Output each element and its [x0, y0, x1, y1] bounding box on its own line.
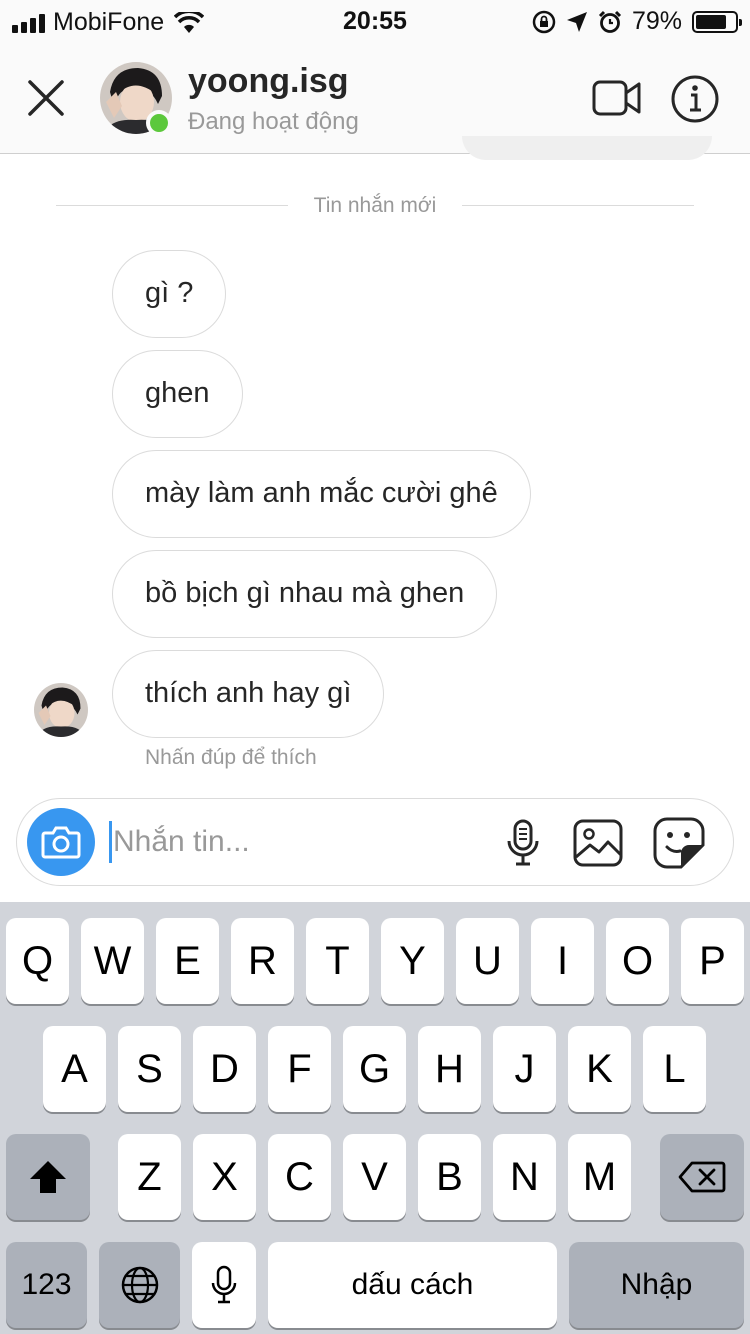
dictation-icon [211, 1265, 237, 1304]
message-bubble[interactable]: bồ bịch gì nhau mà ghen [112, 550, 498, 638]
double-tap-hint: Nhấn đúp để thích [145, 746, 317, 769]
avatar-image [34, 683, 88, 737]
gallery-icon[interactable] [573, 819, 623, 867]
key[interactable]: X [193, 1134, 256, 1220]
key[interactable]: K [568, 1026, 631, 1112]
space-key[interactable]: dấu cách [268, 1242, 557, 1328]
battery-icon [692, 10, 742, 33]
camera-icon [41, 826, 81, 859]
numbers-key[interactable]: 123 [6, 1242, 87, 1328]
sender-avatar[interactable] [34, 683, 88, 737]
key[interactable]: J [493, 1026, 556, 1112]
keyboard: Q W E R T Y U I O P A S D F G H J K L Z … [0, 902, 750, 1334]
shift-icon [30, 1161, 66, 1193]
orientation-lock-icon [532, 10, 556, 33]
key[interactable]: M [568, 1134, 631, 1220]
info-icon[interactable] [670, 74, 720, 124]
shift-key[interactable] [6, 1134, 90, 1220]
close-icon[interactable] [24, 76, 68, 120]
message-bubble[interactable]: ghen [112, 350, 243, 438]
key[interactable]: W [81, 918, 144, 1004]
globe-icon [121, 1266, 158, 1304]
text-caret [109, 821, 112, 863]
key[interactable]: T [306, 918, 369, 1004]
key[interactable]: U [456, 918, 519, 1004]
chat-username[interactable]: yoong.isg [188, 62, 349, 101]
message-bubble[interactable]: mày làm anh mắc cười ghê [112, 450, 531, 538]
key[interactable]: Z [118, 1134, 181, 1220]
key[interactable]: Y [381, 918, 444, 1004]
key[interactable]: B [418, 1134, 481, 1220]
dictation-key[interactable] [192, 1242, 256, 1328]
online-indicator [146, 110, 172, 136]
new-messages-divider: Tin nhắn mới [56, 194, 694, 218]
key[interactable]: L [643, 1026, 706, 1112]
message-bubble[interactable]: gì ? [112, 250, 227, 338]
globe-key[interactable] [99, 1242, 180, 1328]
key[interactable]: N [493, 1134, 556, 1220]
microphone-icon[interactable] [505, 819, 541, 867]
message-bubble[interactable]: thích anh hay gì [112, 650, 385, 738]
message-input[interactable] [113, 819, 493, 865]
key[interactable]: D [193, 1026, 256, 1112]
previous-message-bubble [462, 136, 712, 160]
key[interactable]: F [268, 1026, 331, 1112]
key[interactable]: S [118, 1026, 181, 1112]
battery-fill [696, 14, 727, 29]
active-status: Đang hoạt động [188, 108, 359, 135]
key[interactable]: O [606, 918, 669, 1004]
divider-line-right [462, 205, 694, 206]
key[interactable]: C [268, 1134, 331, 1220]
key[interactable]: H [418, 1026, 481, 1112]
key[interactable]: V [343, 1134, 406, 1220]
divider-label: Tin nhắn mới [313, 194, 437, 217]
camera-button[interactable] [27, 808, 95, 876]
return-key[interactable]: Nhập [569, 1242, 744, 1328]
key[interactable]: I [531, 918, 594, 1004]
alarm-icon [598, 10, 622, 33]
battery-percent: 79% [631, 7, 682, 35]
sticker-icon[interactable] [653, 817, 705, 869]
backspace-key[interactable] [660, 1134, 744, 1220]
key[interactable]: G [343, 1026, 406, 1112]
backspace-icon [678, 1161, 726, 1193]
location-icon [566, 11, 587, 32]
message-composer [16, 798, 734, 886]
status-right: 79% [532, 7, 742, 36]
video-call-icon[interactable] [592, 78, 642, 118]
key[interactable]: E [156, 918, 219, 1004]
key[interactable]: A [43, 1026, 106, 1112]
key[interactable]: Q [6, 918, 69, 1004]
key[interactable]: R [231, 918, 294, 1004]
key[interactable]: P [681, 918, 744, 1004]
status-bar: MobiFone 20:55 79% [0, 0, 750, 40]
